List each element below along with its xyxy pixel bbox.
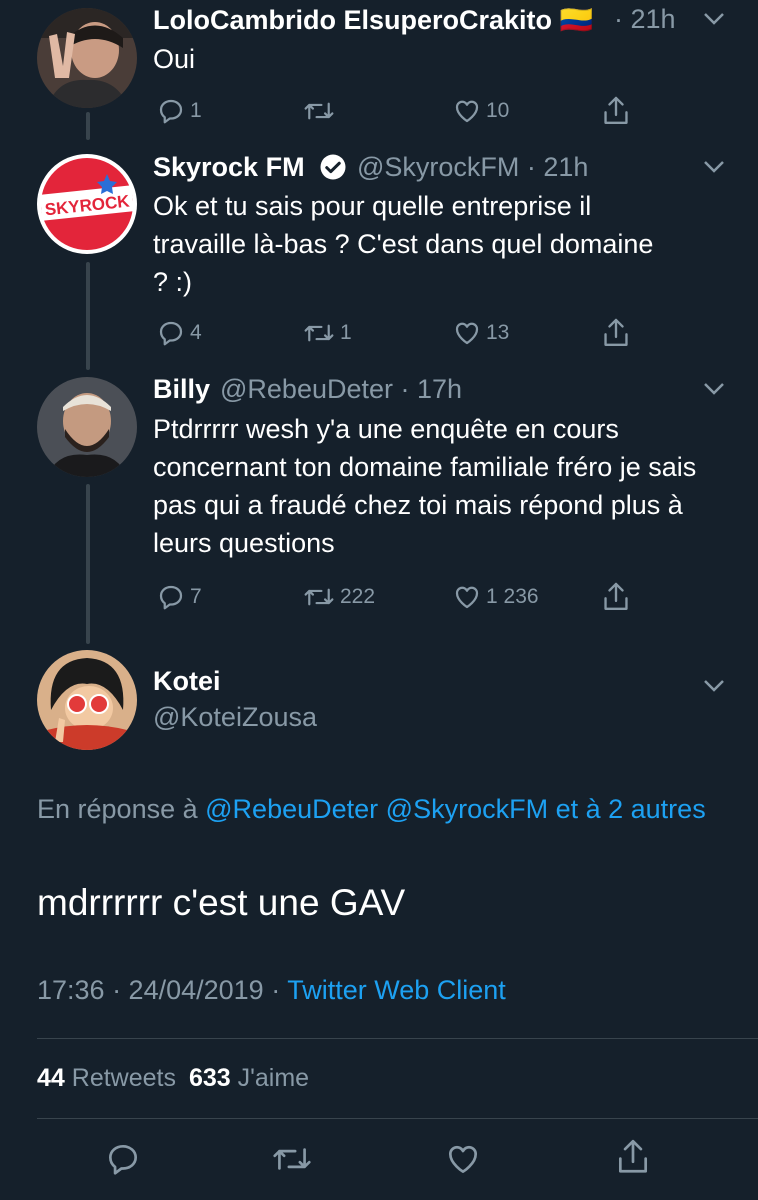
share-button[interactable] xyxy=(614,1136,652,1178)
retweet-button[interactable] xyxy=(270,1140,314,1178)
reply-button[interactable] xyxy=(104,1140,142,1178)
share-icon xyxy=(618,1139,648,1173)
retweet-icon xyxy=(304,588,334,606)
like-icon xyxy=(455,322,479,345)
tweet-text: Ptdrrrrr wesh y'a une enquête en cours c… xyxy=(153,414,697,558)
retweet-button[interactable]: 1 xyxy=(302,318,352,348)
retweet-count: 222 xyxy=(340,585,376,608)
tweet-meta: 17:36 · 24/04/2019 · Twitter Web Client xyxy=(37,975,506,1006)
main-tweet-text: mdrrrrrr c'est une GAV xyxy=(37,882,406,923)
retweets-label: Retweets xyxy=(71,1064,176,1092)
thread-line xyxy=(86,484,90,644)
mention-link[interactable]: @SkyrockFM xyxy=(386,794,548,824)
retweet-icon xyxy=(304,102,334,120)
reply-prefix: En réponse à xyxy=(37,794,198,824)
reply-icon xyxy=(159,99,183,124)
tweet-time[interactable]: · 21h xyxy=(614,4,676,35)
reply-icon xyxy=(159,585,183,610)
timestamp: 17:36 · 24/04/2019 · xyxy=(37,975,281,1005)
avatar[interactable] xyxy=(37,377,137,477)
share-icon xyxy=(604,318,628,346)
chevron-down-icon[interactable] xyxy=(703,382,725,396)
avatar[interactable]: SKYROCK xyxy=(37,154,137,254)
author-name[interactable]: Billy xyxy=(153,374,210,405)
share-button[interactable] xyxy=(600,316,632,350)
client-link[interactable]: Twitter Web Client xyxy=(287,975,506,1005)
reply-count: 1 xyxy=(190,99,202,122)
like-icon xyxy=(455,586,479,609)
tweet-text: Oui xyxy=(153,44,196,74)
chevron-down-icon[interactable] xyxy=(703,160,725,174)
avatar[interactable] xyxy=(37,8,137,108)
like-count: 1 236 xyxy=(486,585,539,608)
author-name[interactable]: Skyrock FM xyxy=(153,152,305,183)
like-button[interactable]: 13 xyxy=(452,318,509,348)
thread-line xyxy=(86,112,90,140)
flag-emoji: 🇨🇴 xyxy=(559,5,594,35)
share-button[interactable] xyxy=(600,580,632,614)
retweets-stat[interactable]: 44 Retweets xyxy=(37,1064,183,1092)
thread-line xyxy=(86,262,90,370)
likes-count: 633 xyxy=(188,1064,231,1092)
reply-count: 4 xyxy=(190,321,202,344)
chevron-down-icon[interactable] xyxy=(703,679,725,693)
retweet-count: 1 xyxy=(340,321,352,344)
like-button[interactable]: 1 236 xyxy=(452,582,539,612)
reply-button[interactable]: 1 xyxy=(156,96,202,126)
divider xyxy=(37,1038,758,1039)
share-button[interactable] xyxy=(600,94,632,128)
reply-context: En réponse à @RebeuDeter @SkyrockFM et à… xyxy=(37,788,717,830)
reply-count: 7 xyxy=(190,585,202,608)
author-handle[interactable]: @RebeuDeter · 17h xyxy=(220,374,462,405)
author-name-text: LoloCambrido ElsuperoCrakito xyxy=(153,5,553,35)
share-icon xyxy=(604,96,628,124)
mention-link[interactable]: @RebeuDeter xyxy=(205,794,378,824)
reply-icon xyxy=(108,1144,138,1175)
author-name[interactable]: Kotei xyxy=(153,666,221,697)
author-handle[interactable]: @SkyrockFM · 21h xyxy=(357,152,588,183)
retweet-button[interactable]: 222 xyxy=(302,582,375,612)
like-button[interactable]: 10 xyxy=(452,96,509,126)
reply-icon xyxy=(159,321,183,346)
like-button[interactable] xyxy=(444,1140,482,1178)
avatar[interactable] xyxy=(37,650,137,750)
verified-badge-icon xyxy=(320,154,346,180)
retweet-icon xyxy=(273,1148,311,1170)
retweet-button[interactable] xyxy=(302,96,340,126)
like-icon xyxy=(455,100,479,123)
retweets-count: 44 xyxy=(37,1064,65,1092)
likes-label: J'aime xyxy=(237,1064,310,1092)
chevron-down-icon[interactable] xyxy=(703,12,725,26)
tweet-text: Ok et tu sais pour quelle entreprise il … xyxy=(153,191,654,297)
retweet-icon xyxy=(304,324,334,342)
likes-stat[interactable]: 633 J'aime xyxy=(189,1064,309,1092)
like-count: 10 xyxy=(486,99,510,122)
author-name[interactable]: LoloCambrido ElsuperoCrakito 🇨🇴 xyxy=(153,4,593,36)
share-icon xyxy=(604,582,628,610)
like-icon xyxy=(448,1145,478,1174)
engagement-stats: 44 Retweets 633 J'aime xyxy=(37,1064,309,1093)
reply-button[interactable]: 7 xyxy=(156,582,202,612)
others-link[interactable]: et à 2 autres xyxy=(556,794,706,824)
author-handle[interactable]: @KoteiZousa xyxy=(153,702,317,733)
like-count: 13 xyxy=(486,321,510,344)
reply-button[interactable]: 4 xyxy=(156,318,202,348)
divider xyxy=(37,1118,758,1119)
